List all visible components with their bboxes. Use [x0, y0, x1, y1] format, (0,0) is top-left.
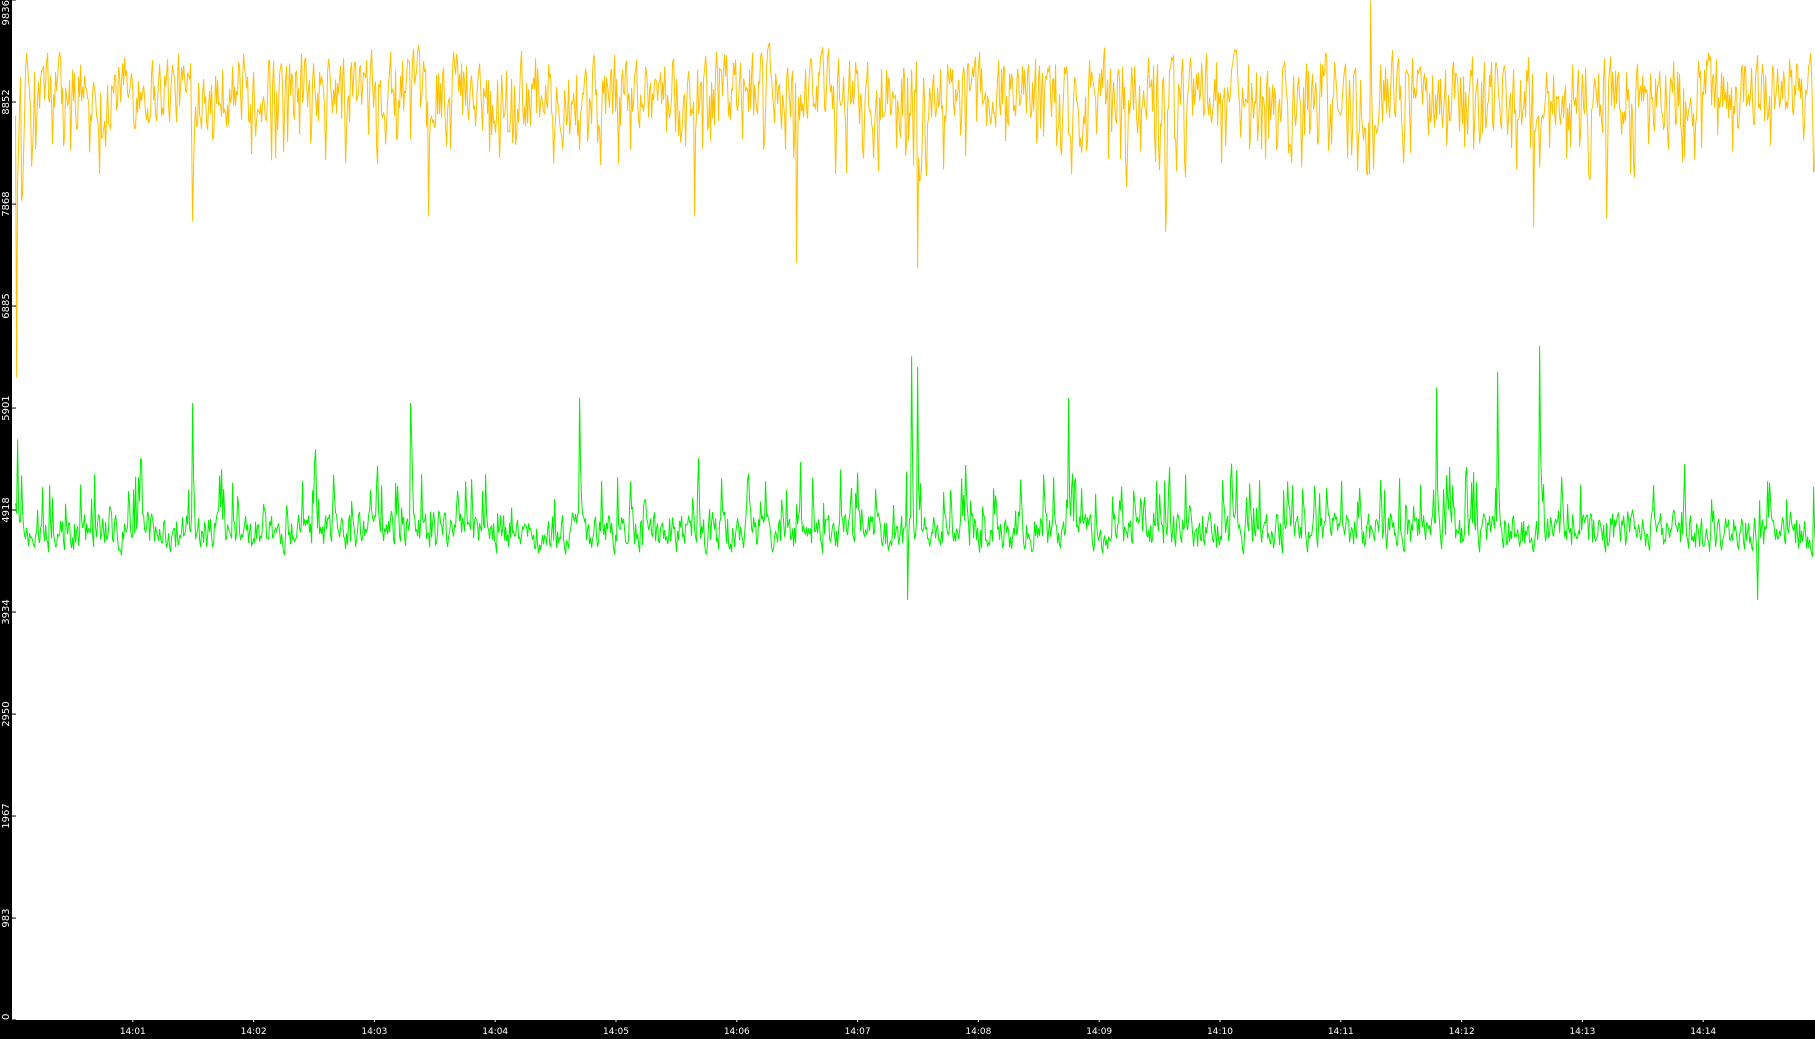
x-tick-label: 14:03 [361, 1027, 387, 1037]
y-tick-label: 6885 [1, 293, 12, 318]
x-tick-label: 14:09 [1086, 1027, 1112, 1037]
x-tick-label: 14:14 [1690, 1027, 1716, 1037]
x-tick-label: 14:13 [1569, 1027, 1595, 1037]
line-chart: 0 983 1967 2950 3934 4918 5901 6885 7868 8852 9836… [0, 0, 1815, 1039]
y-tick-label: 9836 [1, 0, 12, 25]
y-tick-label: 2950 [1, 701, 12, 726]
y-tick-label: 8852 [1, 89, 12, 114]
x-tick-label: 14:12 [1449, 1027, 1475, 1037]
x-tick-label: 14:06 [724, 1027, 750, 1037]
bottom-axis-bar [0, 1020, 1815, 1039]
y-tick-label: 983 [1, 909, 12, 928]
x-tick-label: 14:07 [845, 1027, 871, 1037]
y-tick-label: 4918 [1, 497, 12, 522]
x-tick-label: 14:01 [120, 1027, 146, 1037]
x-tick-label: 14:08 [965, 1027, 991, 1037]
x-tick-label: 14:11 [1328, 1027, 1354, 1037]
y-tick-label: 5901 [1, 395, 12, 420]
y-tick-label: 0 [1, 1014, 12, 1020]
y-tick-label: 3934 [1, 599, 12, 624]
x-tick-label: 14:02 [241, 1027, 267, 1037]
x-tick-label: 14:10 [1207, 1027, 1233, 1037]
x-tick-label: 14:04 [482, 1027, 508, 1037]
x-tick-label: 14:05 [603, 1027, 629, 1037]
y-tick-label: 1967 [1, 803, 12, 828]
chart-container: 0 983 1967 2950 3934 4918 5901 6885 7868 8852 9836… [0, 0, 1815, 1039]
y-tick-label: 7868 [1, 191, 12, 216]
